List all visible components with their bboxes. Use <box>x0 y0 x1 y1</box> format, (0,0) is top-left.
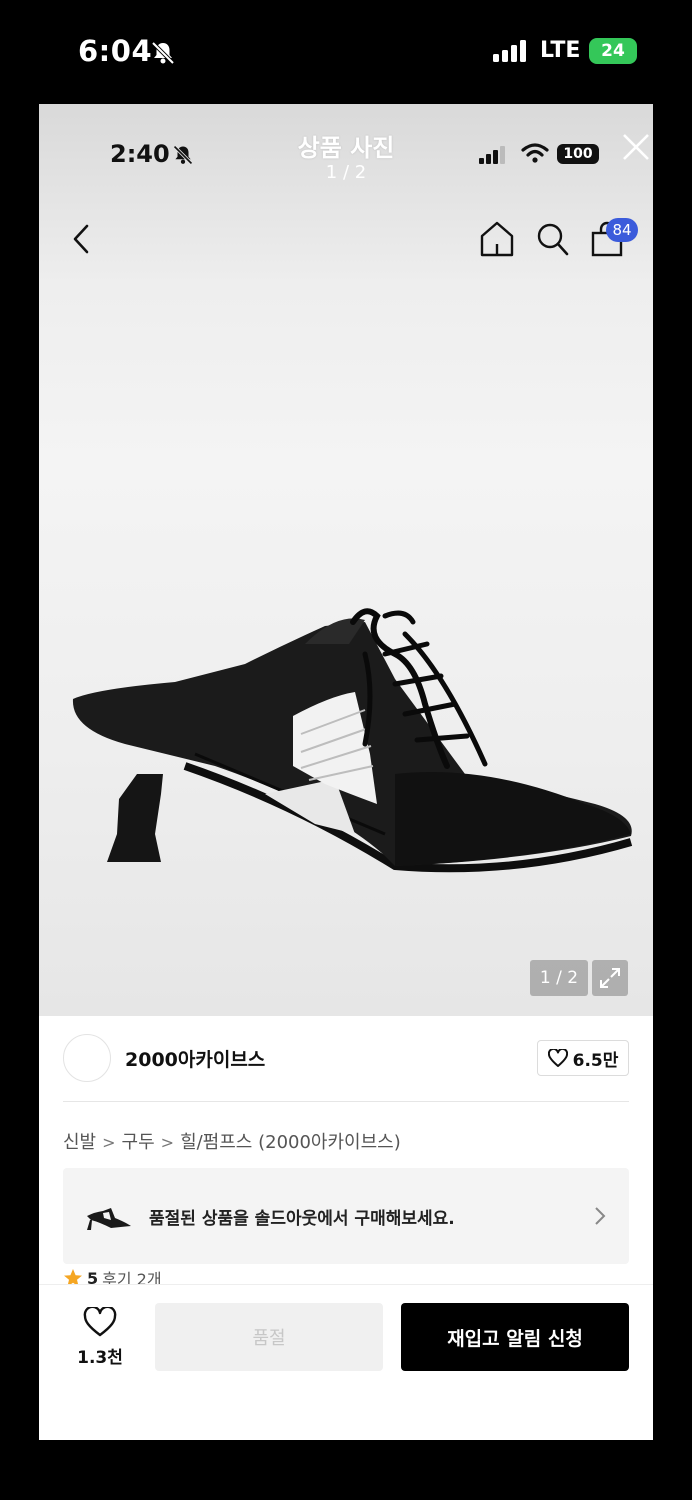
wish-count: 1.3천 <box>77 1348 123 1368</box>
breadcrumb: 신발 > 구두 > 힐/펌프스 (2000아카이브스) <box>63 1128 401 1154</box>
soldout-promo-banner[interactable]: 품절된 상품을 솔드아웃에서 구매해보세요. <box>63 1168 629 1264</box>
expand-button[interactable] <box>592 960 628 996</box>
heart-icon[interactable] <box>83 1307 117 1337</box>
banner-text: 품절된 상품을 솔드아웃에서 구매해보세요. <box>149 1209 455 1229</box>
signal-icon <box>493 40 526 62</box>
brand-like-count: 6.5만 <box>572 1050 619 1071</box>
heart-icon <box>547 1049 568 1067</box>
brand-name[interactable]: 2000아카이브스 <box>125 1045 265 1072</box>
divider <box>63 1101 629 1102</box>
bottom-action-bar: 1.3천 품절 재입고 알림 신청 <box>39 1284 653 1440</box>
image-counter: 1 / 2 <box>530 960 588 996</box>
chevron-right-icon: > <box>160 1133 175 1152</box>
restock-alert-button[interactable]: 재입고 알림 신청 <box>401 1303 629 1371</box>
breadcrumb-item[interactable]: 구두 <box>122 1132 155 1153</box>
outer-status-bar: 6:04 LTE 24 <box>0 0 692 104</box>
breadcrumb-item[interactable]: 힐/펌프스 (2000아카이브스) <box>180 1132 401 1153</box>
breadcrumb-item[interactable]: 신발 <box>63 1132 96 1153</box>
brand-logo[interactable] <box>63 1034 111 1082</box>
soldout-button[interactable]: 품절 <box>155 1303 383 1371</box>
product-photo-viewer[interactable]: 2:40 100 상품 사진 1 / 2 84 1 / 2 <box>39 104 653 1016</box>
home-icon[interactable] <box>479 220 515 258</box>
chevron-right-icon <box>595 1207 606 1225</box>
product-shoe-image <box>72 608 633 873</box>
outer-clock: 6:04 <box>78 34 153 68</box>
viewer-title: 상품 사진 <box>297 134 395 162</box>
chevron-right-icon: > <box>102 1133 116 1152</box>
shoe-thumbnail-icon <box>87 1208 131 1230</box>
search-icon[interactable] <box>535 220 571 258</box>
close-icon[interactable] <box>621 132 651 162</box>
brand-like-button[interactable]: 6.5만 <box>537 1040 629 1076</box>
back-chevron-icon[interactable] <box>69 222 95 256</box>
bell-muted-icon <box>151 41 175 65</box>
brand-row: 2000아카이브스 6.5만 <box>39 1016 653 1102</box>
battery-indicator: 24 <box>589 38 637 64</box>
network-label: LTE <box>540 38 581 63</box>
viewer-counter: 1 / 2 <box>325 162 367 183</box>
cart-count-badge: 84 <box>606 218 638 242</box>
expand-icon <box>600 968 620 988</box>
screenshot-card: 2:40 100 상품 사진 1 / 2 84 1 / 2 2000아카이브스 … <box>39 104 653 1440</box>
